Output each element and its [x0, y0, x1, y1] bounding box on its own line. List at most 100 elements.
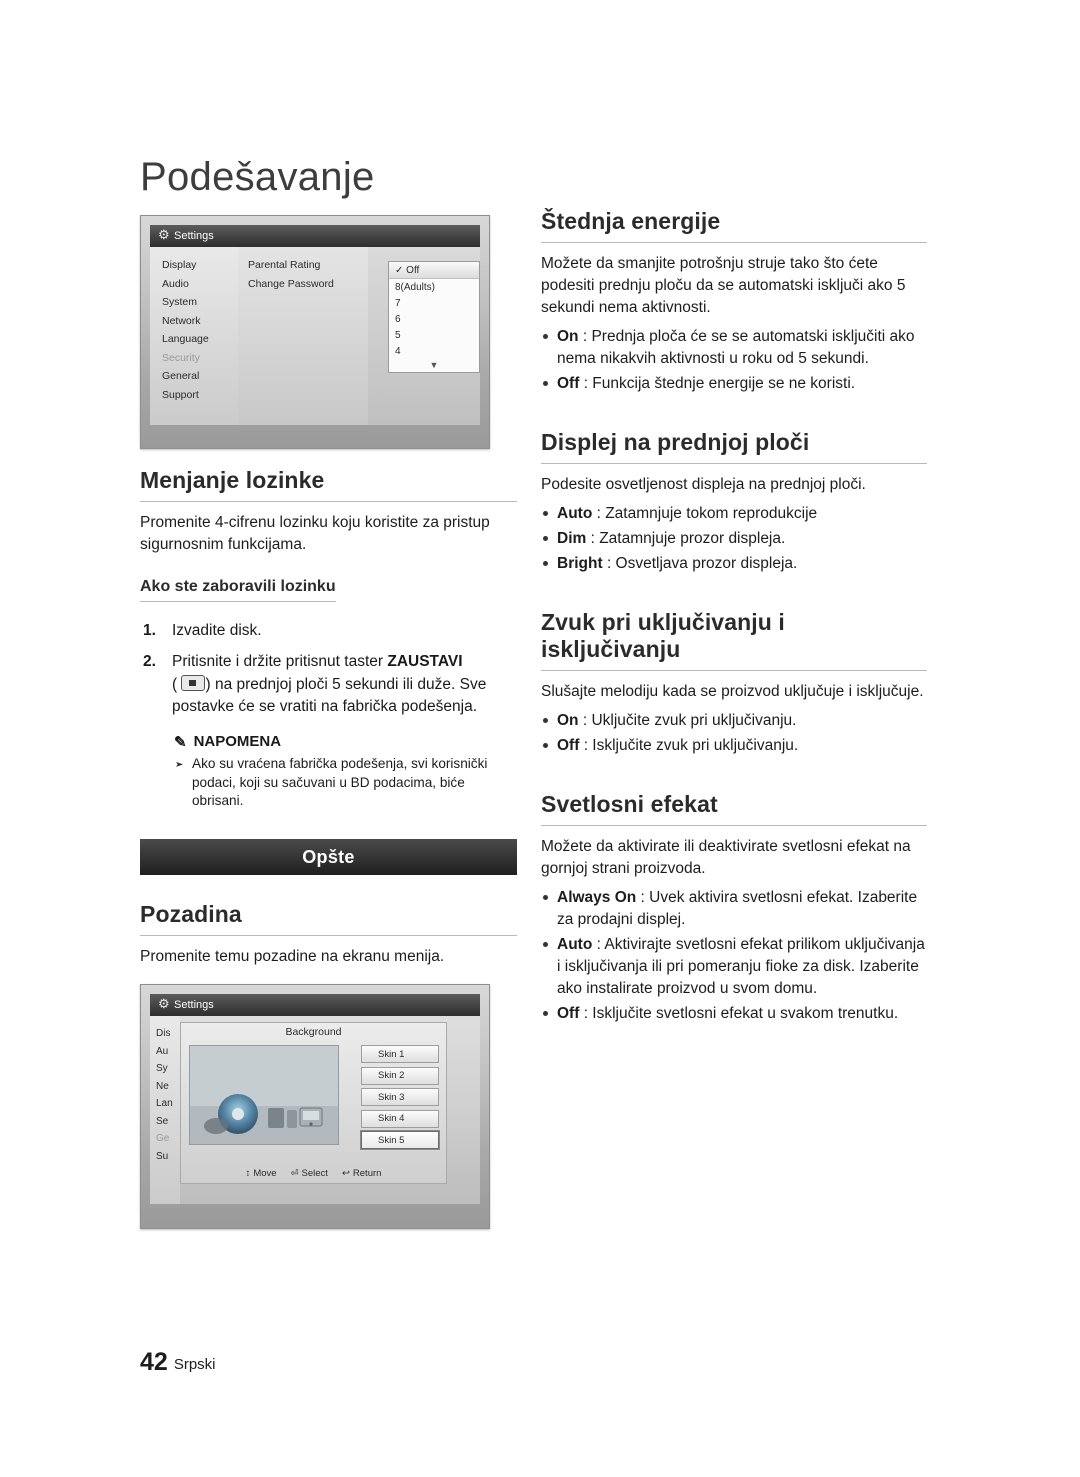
skin-option-4[interactable]: Skin 4 — [361, 1109, 439, 1128]
sidebar-item-network-2[interactable]: Ne — [156, 1081, 173, 1092]
sidebar-item-system-2[interactable]: Sy — [156, 1063, 173, 1074]
subheading-zaboravljena-lozinka: Ako ste zaboravili lozinku — [140, 578, 336, 602]
section-heading-pozadina: Pozadina — [140, 901, 517, 937]
document-page: Podešavanje Settings Display Audio Syste… — [0, 0, 1080, 1477]
bullet-efekat-auto-text: : Aktivirajte svetlosni efekat prilikom … — [557, 936, 925, 997]
hint-move: ↕ Move — [246, 1168, 277, 1179]
sidebar-item-support-2[interactable]: Su — [156, 1151, 173, 1162]
sidebar-item-language[interactable]: Language — [162, 333, 209, 345]
rating-option-6[interactable]: 6 — [389, 311, 479, 327]
step-2-paren-open: ( — [172, 675, 178, 693]
sidebar-item-language-2[interactable]: Lan — [156, 1098, 173, 1109]
page-language: Srpski — [173, 1356, 216, 1373]
sidebar-item-general[interactable]: General — [162, 370, 209, 382]
sidebar-item-system[interactable]: System — [162, 296, 209, 308]
background-panel-title: Background — [285, 1026, 342, 1039]
rating-option-5[interactable]: 5 — [389, 327, 479, 343]
sidebar-item-general-2[interactable]: Ge — [156, 1133, 173, 1144]
skin-list: Skin 1 Skin 2 Skin 3 Skin 4 Skin 5 — [361, 1045, 439, 1153]
bullet-zvuk-on: On : Uključite zvuk pri uključivanju. — [541, 710, 927, 732]
section-heading-displej: Displej na prednjoj ploči — [541, 429, 927, 464]
page-number: 42 — [140, 1348, 168, 1376]
bullet-zvuk-off-term: Off — [557, 737, 580, 754]
settings-titlebar: Settings — [150, 225, 480, 247]
parental-rating-dropdown[interactable]: ✓ Off 8(Adults) 7 6 5 4 ▼ — [388, 261, 480, 373]
gear-icon — [158, 228, 170, 242]
step-2-text-pre: Pritisnite i držite pritisnut taster — [172, 653, 388, 671]
return-icon: ↩ — [341, 1168, 350, 1180]
hint-return: ↩ Return — [342, 1168, 381, 1179]
forgot-password-steps: Izvadite disk. Pritisnite i držite priti… — [140, 620, 517, 719]
background-panel: Background Skin 1 Skin 2 Skin 3 Skin 4 S… — [180, 1022, 447, 1185]
step-2-text-post: ) na prednjoj ploči 5 sekundi ili duže. … — [172, 675, 487, 716]
menjanje-lozinke-body: Promenite 4-cifrenu lozinku koju koristi… — [140, 514, 490, 553]
bullet-efekat-auto: Auto : Aktivirajte svetlosni efekat pril… — [541, 934, 927, 1000]
bullet-off-text: : Funkcija štednje energije se ne korist… — [579, 375, 856, 392]
sidebar-item-network[interactable]: Network — [162, 315, 209, 327]
sidebar-item-audio-2[interactable]: Au — [156, 1046, 173, 1057]
skin-option-5[interactable]: Skin 5 — [361, 1131, 439, 1150]
bullet-zvuk-on-term: On — [557, 712, 579, 729]
bullet-always-on: Always On : Uvek aktivira svetlosni efek… — [541, 887, 927, 931]
hint-return-label: Return — [352, 1168, 382, 1180]
rating-option-off[interactable]: ✓ Off — [389, 262, 479, 279]
zvuk-bullets: On : Uključite zvuk pri uključivanju. Of… — [541, 710, 927, 757]
stednja-energije-bullets: On : Prednja ploča će se se automatski i… — [541, 326, 927, 395]
scroll-down-icon[interactable]: ▼ — [389, 359, 479, 372]
hint-move-label: Move — [253, 1168, 277, 1180]
skin-option-2[interactable]: Skin 2 — [361, 1066, 439, 1085]
settings-titlebar-2: Settings — [150, 994, 480, 1017]
settings-screenshot-parental-rating: Settings Display Audio System Network La… — [140, 215, 490, 449]
bullet-off: Off : Funkcija štednje energije se ne ko… — [541, 373, 927, 395]
settings-screenshot-background: Settings Dis Au Sy Ne Lan Se Ge Su Backg… — [140, 984, 490, 1230]
skin-option-3[interactable]: Skin 3 — [361, 1088, 439, 1107]
option-change-password[interactable]: Change Password — [248, 278, 334, 290]
settings-menu-list: Display Audio System Network Language Se… — [162, 259, 209, 407]
step-2: Pritisnite i držite pritisnut taster ZAU… — [140, 651, 517, 718]
sidebar-item-display[interactable]: Display — [162, 259, 209, 271]
settings-title-label: Settings — [174, 230, 214, 242]
move-icon: ↕ — [245, 1168, 251, 1180]
bullet-on-term: On — [557, 328, 579, 345]
settings-title-label-2: Settings — [174, 999, 214, 1012]
section-heading-zvuk: Zvuk pri uključivanju i isključivanju — [541, 609, 927, 671]
rating-option-7[interactable]: 7 — [389, 295, 479, 311]
select-icon: ⏎ — [290, 1168, 299, 1180]
bullet-dim: Dim : Zatamnjuje prozor displeja. — [541, 528, 927, 550]
background-artwork — [190, 1046, 338, 1145]
background-footer-hints: ↕ Move ⏎ Select ↩ Return — [181, 1168, 446, 1179]
section-heading-menjanje-lozinke: Menjanje lozinke — [140, 467, 517, 502]
bullet-off-term: Off — [557, 375, 580, 392]
sidebar-item-security-2[interactable]: Se — [156, 1116, 173, 1127]
option-parental-rating[interactable]: Parental Rating — [248, 259, 334, 271]
section-band-opste: Opšte — [140, 839, 517, 876]
section-heading-svetlosni-efekat: Svetlosni efekat — [541, 791, 927, 826]
pozadina-body: Promenite temu pozadine na ekranu menija… — [140, 948, 445, 966]
rating-option-4[interactable]: 4 — [389, 343, 479, 359]
settings-menu-list-2: Dis Au Sy Ne Lan Se Ge Su — [156, 1028, 173, 1168]
sidebar-item-support[interactable]: Support — [162, 389, 209, 401]
bullet-auto: Auto : Zatamnjuje tokom reprodukcije — [541, 503, 927, 525]
zvuk-body: Slušajte melodiju kada se proizvod uklju… — [541, 683, 924, 700]
rating-option-8adults[interactable]: 8(Adults) — [389, 279, 479, 295]
bullet-auto-term: Auto — [557, 505, 593, 522]
rating-option-off-label: Off — [406, 264, 420, 276]
svetlosni-efekat-bullets: Always On : Uvek aktivira svetlosni efek… — [541, 887, 927, 1025]
page-footer: 42 Srpski — [140, 1348, 216, 1377]
pencil-icon: ✎ — [174, 733, 187, 751]
bullet-zvuk-off-text: : Isključite zvuk pri uključivanju. — [579, 737, 799, 754]
sidebar-item-display-2[interactable]: Dis — [156, 1028, 173, 1039]
bullet-efekat-off-text: : Isključite svetlosni efekat u svakom t… — [579, 1005, 899, 1022]
background-preview-image — [189, 1045, 339, 1146]
skin-option-1[interactable]: Skin 1 — [361, 1045, 439, 1064]
bullet-dim-term: Dim — [557, 530, 587, 547]
note-heading: ✎ NAPOMENA — [174, 733, 517, 751]
note-list: Ako su vraćena fabrička podešenja, svi k… — [174, 755, 517, 811]
hint-select-label: Select — [301, 1168, 328, 1180]
stop-button-icon — [181, 674, 206, 691]
sidebar-item-audio[interactable]: Audio — [162, 278, 209, 290]
stednja-energije-body: Možete da smanjite potrošnju struje tako… — [541, 255, 906, 316]
bullet-dim-text: : Zatamnjuje prozor displeja. — [586, 530, 786, 547]
sidebar-item-security[interactable]: Security — [162, 352, 209, 364]
step-1: Izvadite disk. — [140, 620, 517, 643]
